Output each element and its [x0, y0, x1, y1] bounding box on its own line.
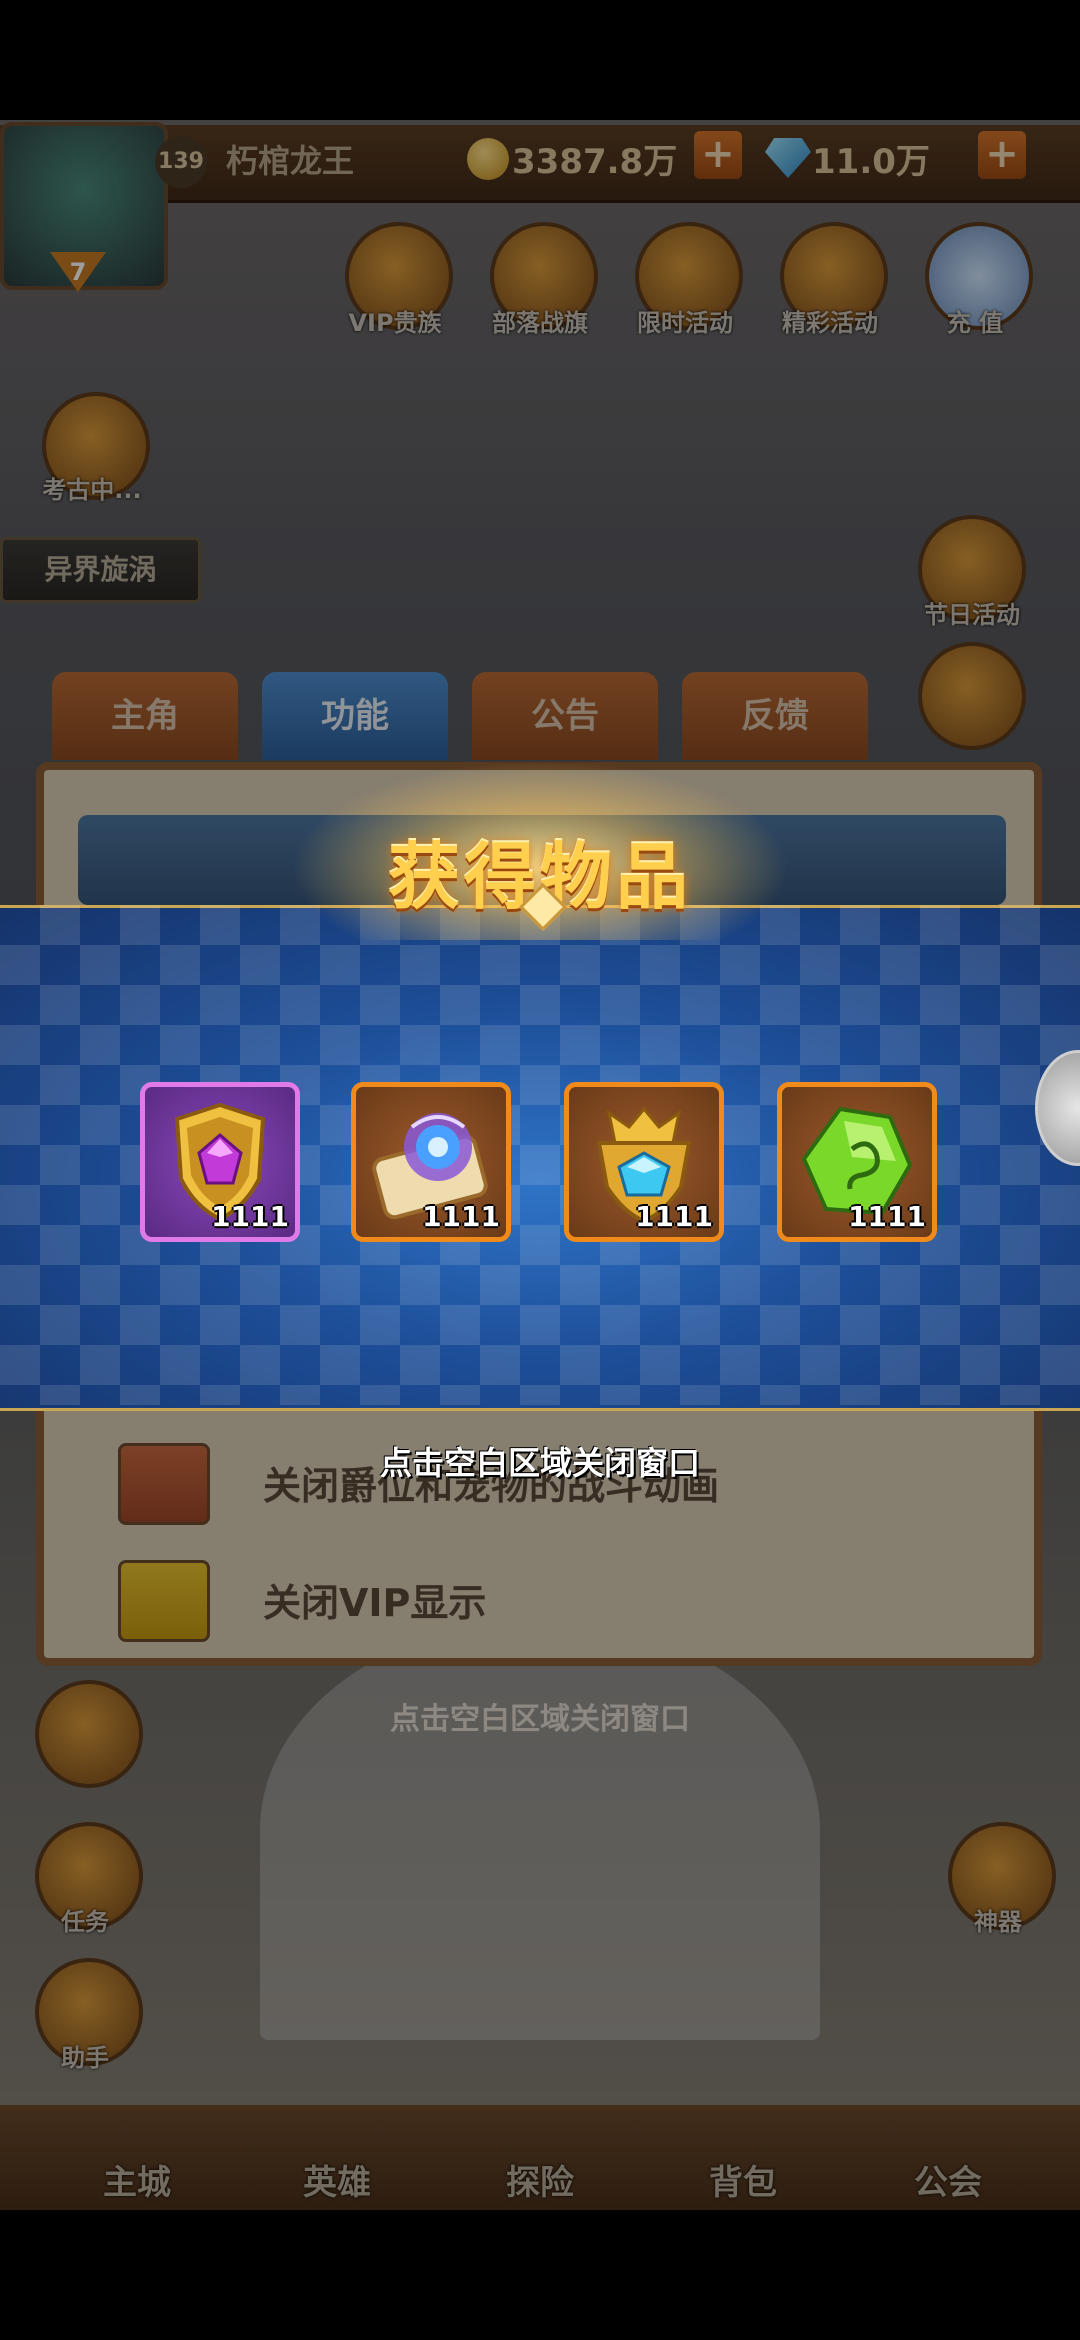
reward-close-hint[interactable]: 点击空白区域关闭窗口 [0, 1438, 1080, 1484]
reward-item-4[interactable]: 1111 [777, 1082, 937, 1242]
reward-item-2[interactable]: 1111 [351, 1082, 511, 1242]
system-nav-bar [0, 2210, 1080, 2340]
reward-item-2-qty: 1111 [422, 1200, 500, 1233]
reward-item-4-qty: 1111 [848, 1200, 926, 1233]
reward-item-1-qty: 1111 [211, 1200, 289, 1233]
reward-item-3[interactable]: 1111 [564, 1082, 724, 1242]
reward-item-1[interactable]: 1111 [140, 1082, 300, 1242]
reward-item-3-qty: 1111 [635, 1200, 713, 1233]
